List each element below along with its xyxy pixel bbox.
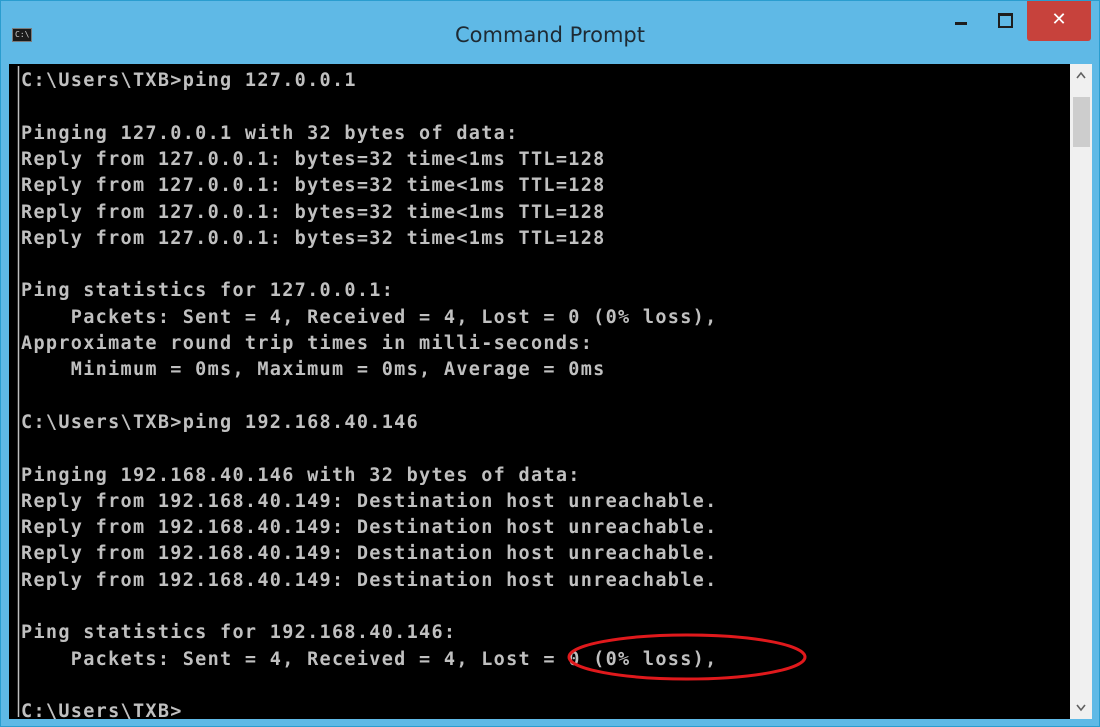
console-line: Pinging 192.168.40.146 with 32 bytes of … (21, 464, 581, 486)
console-line: Ping statistics for 127.0.0.1: (21, 280, 395, 302)
scroll-thumb[interactable] (1073, 97, 1090, 147)
scroll-up-button[interactable] (1070, 64, 1092, 86)
console-line: Reply from 192.168.40.149: Destination h… (21, 569, 718, 591)
console-line: Reply from 192.168.40.149: Destination h… (21, 517, 718, 539)
left-margin-line (17, 66, 20, 717)
chevron-down-icon (1076, 704, 1086, 712)
maximize-icon (998, 13, 1013, 28)
title-bar[interactable]: C:\ Command Prompt ✕ (1, 1, 1099, 65)
console-line: Reply from 127.0.0.1: bytes=32 time<1ms … (21, 227, 606, 249)
console-line: Reply from 127.0.0.1: bytes=32 time<1ms … (21, 201, 606, 223)
minimize-icon (955, 22, 967, 25)
chevron-up-icon (1076, 71, 1086, 79)
close-icon: ✕ (1051, 9, 1067, 30)
console-line: Ping statistics for 192.168.40.146: (21, 622, 457, 644)
console-line: Reply from 127.0.0.1: bytes=32 time<1ms … (21, 175, 606, 197)
console-line: Packets: Sent = 4, Received = 4, Lost = … (21, 306, 718, 328)
console-line: Reply from 192.168.40.149: Destination h… (21, 490, 718, 512)
console-line: C:\Users\TXB>ping 127.0.0.1 (21, 70, 357, 91)
console-output[interactable]: C:\Users\TXB>ping 127.0.0.1 Pinging 127.0… (9, 64, 1070, 719)
minimize-button[interactable] (937, 1, 983, 41)
command-prompt-window: C:\ Command Prompt ✕ C:\Users\TXB>ping 1… (0, 0, 1100, 727)
close-button[interactable]: ✕ (1027, 1, 1091, 41)
console-line: Minimum = 0ms, Maximum = 0ms, Average = … (21, 359, 606, 381)
console-line: Reply from 127.0.0.1: bytes=32 time<1ms … (21, 148, 606, 170)
highlight-ellipse (567, 633, 807, 681)
maximize-button[interactable] (983, 1, 1025, 41)
console-line: Pinging 127.0.0.1 with 32 bytes of data: (21, 122, 519, 144)
console-line: Approximate round trip times in milli-se… (21, 333, 594, 354)
scroll-down-button[interactable] (1070, 697, 1092, 719)
console-line: Reply from 192.168.40.149: Destination h… (21, 543, 718, 565)
vertical-scrollbar[interactable] (1070, 64, 1092, 719)
window-title: Command Prompt (455, 23, 645, 47)
console-line: C:\Users\TXB> (21, 701, 183, 719)
console-line: C:\Users\TXB>ping 192.168.40.146 (21, 411, 420, 433)
